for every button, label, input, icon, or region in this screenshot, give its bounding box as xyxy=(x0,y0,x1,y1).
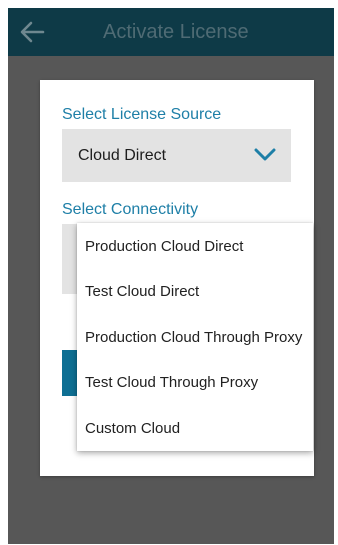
license-source-value: Cloud Direct xyxy=(78,147,167,164)
arrow-left-icon xyxy=(20,21,45,43)
option-label: Test Cloud Through Proxy xyxy=(85,374,259,391)
back-button[interactable] xyxy=(18,18,46,46)
connectivity-dropdown: Production Cloud Direct Test Cloud Direc… xyxy=(77,223,313,451)
connectivity-label: Select Connectivity xyxy=(62,201,199,218)
page-title: Activate License xyxy=(103,21,249,43)
option-test-cloud-direct[interactable]: Test Cloud Direct xyxy=(77,269,313,314)
option-production-cloud-direct[interactable]: Production Cloud Direct xyxy=(77,224,313,269)
license-source-label: Select License Source xyxy=(62,106,222,123)
option-label: Production Cloud Through Proxy xyxy=(85,329,303,346)
option-production-cloud-through-proxy[interactable]: Production Cloud Through Proxy xyxy=(77,315,313,360)
option-test-cloud-through-proxy[interactable]: Test Cloud Through Proxy xyxy=(77,360,313,405)
option-custom-cloud[interactable]: Custom Cloud xyxy=(77,406,313,451)
license-source-select[interactable]: Cloud Direct xyxy=(62,129,291,182)
chevron-down-icon xyxy=(254,148,276,161)
option-label: Test Cloud Direct xyxy=(85,283,200,300)
app-bar: Activate License xyxy=(8,8,334,56)
option-label: Production Cloud Direct xyxy=(85,238,244,255)
option-label: Custom Cloud xyxy=(85,420,181,437)
